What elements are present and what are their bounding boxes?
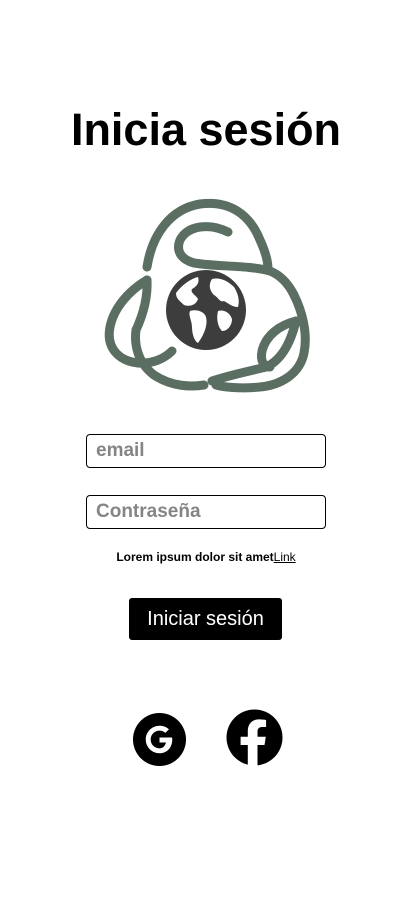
page-title: Inicia sesión: [70, 104, 342, 155]
google-icon[interactable]: [132, 712, 187, 767]
facebook-icon[interactable]: [226, 709, 283, 766]
password-input[interactable]: [86, 495, 326, 529]
helper-link[interactable]: Link: [274, 550, 296, 564]
recycle-globe-logo-icon: [104, 198, 310, 393]
login-button[interactable]: Iniciar sesión: [129, 598, 282, 640]
helper-text: Lorem ipsum dolor sit amet: [116, 550, 274, 564]
helper-row: Lorem ipsum dolor sit ametLink: [0, 549, 412, 565]
email-input[interactable]: [86, 434, 326, 468]
